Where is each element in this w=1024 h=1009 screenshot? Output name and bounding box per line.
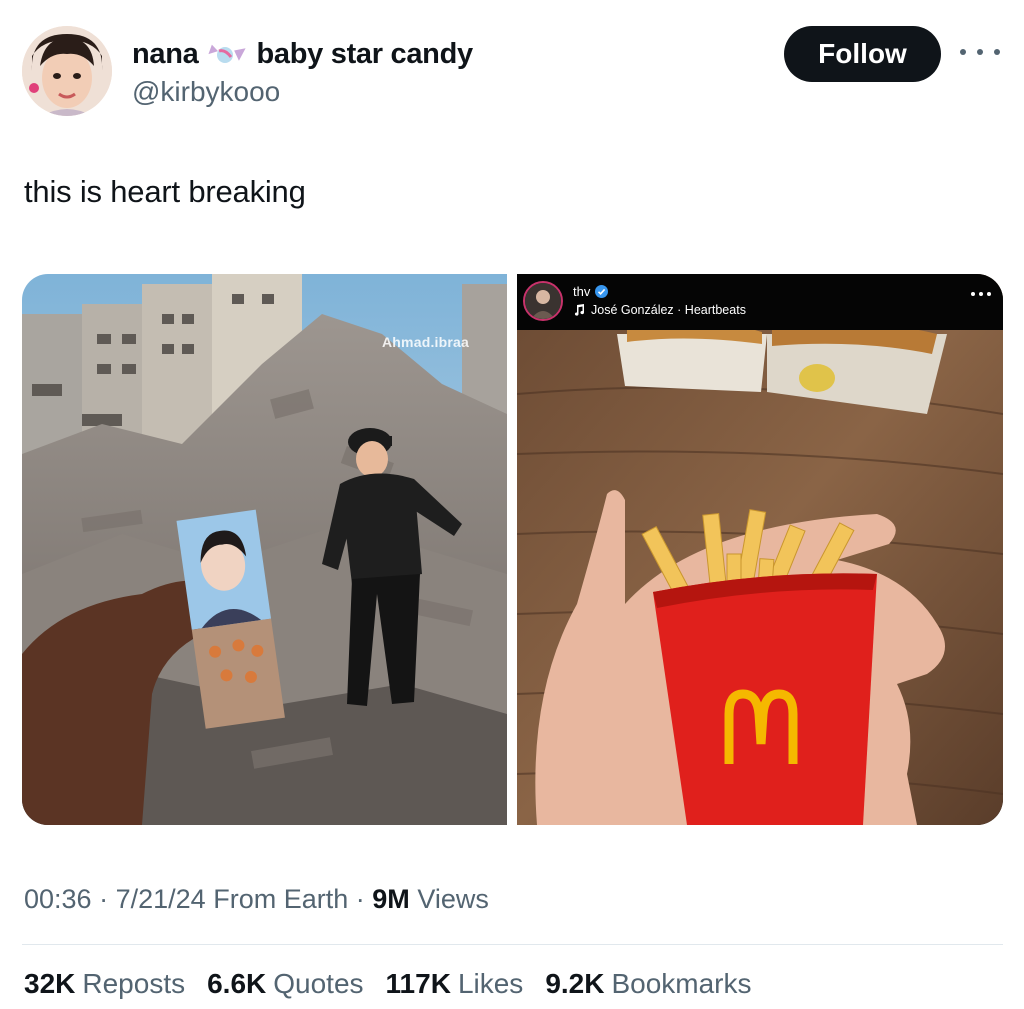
ig-more-icon[interactable] <box>971 292 991 298</box>
candy-icon <box>205 39 247 69</box>
ig-avatar[interactable] <box>523 281 563 321</box>
author-handle[interactable]: @kirbykooo <box>132 76 473 108</box>
music-note-icon <box>573 304 585 316</box>
likes-label: Likes <box>457 968 524 999</box>
instagram-header: thv José González · Heartbeats <box>517 274 1003 330</box>
quotes-count: 6.6K <box>207 968 267 999</box>
reposts-stat[interactable]: 32K Reposts <box>24 968 185 1000</box>
quotes-stat[interactable]: 6.6K Quotes <box>207 968 363 1000</box>
media-grid: Ahmad.ibraa thv José González · Heartbea… <box>22 274 1003 825</box>
tweet-date[interactable]: 7/21/24 <box>116 884 206 914</box>
views-count: 9M <box>372 884 410 914</box>
display-name[interactable]: nana baby star candy <box>132 36 473 72</box>
media-image-right[interactable]: thv José González · Heartbeats <box>517 274 1003 825</box>
more-horizontal-icon[interactable] <box>960 42 1000 62</box>
ig-audio[interactable]: José González · Heartbeats <box>573 303 746 317</box>
author-names[interactable]: nana baby star candy @kirbykooo <box>132 36 473 108</box>
meta-separator: · <box>355 884 365 914</box>
bookmarks-count: 9.2K <box>545 968 605 999</box>
verified-icon <box>595 285 609 298</box>
follow-button[interactable]: Follow <box>784 26 941 82</box>
divider <box>22 944 1003 945</box>
tweet-location: From Earth <box>213 884 349 914</box>
ig-username-text: thv <box>573 284 591 299</box>
tweet-time[interactable]: 00:36 <box>24 884 92 914</box>
meta-separator: · <box>99 884 109 914</box>
display-name-part2: baby star candy <box>256 37 474 70</box>
views-label: Views <box>417 884 489 914</box>
reposts-label: Reposts <box>82 968 186 999</box>
watermark-text: Ahmad.ibraa <box>382 334 469 350</box>
tweet-meta: 00:36 · 7/21/24 From Earth · 9M Views <box>24 884 489 915</box>
ig-audio-text: José González · Heartbeats <box>591 303 746 317</box>
bookmarks-label: Bookmarks <box>611 968 752 999</box>
display-name-part1: nana <box>132 37 199 70</box>
quotes-label: Quotes <box>273 968 364 999</box>
ig-username[interactable]: thv <box>573 284 609 299</box>
reposts-count: 32K <box>24 968 76 999</box>
bookmarks-stat[interactable]: 9.2K Bookmarks <box>545 968 751 1000</box>
avatar[interactable] <box>22 26 112 116</box>
tweet-stats: 32K Reposts 6.6K Quotes 117K Likes 9.2K Book… <box>24 968 774 1000</box>
likes-stat[interactable]: 117K Likes <box>386 968 524 1000</box>
media-image-left[interactable]: Ahmad.ibraa <box>22 274 507 825</box>
tweet-text: this is heart breaking <box>24 174 306 209</box>
likes-count: 117K <box>385 968 451 999</box>
